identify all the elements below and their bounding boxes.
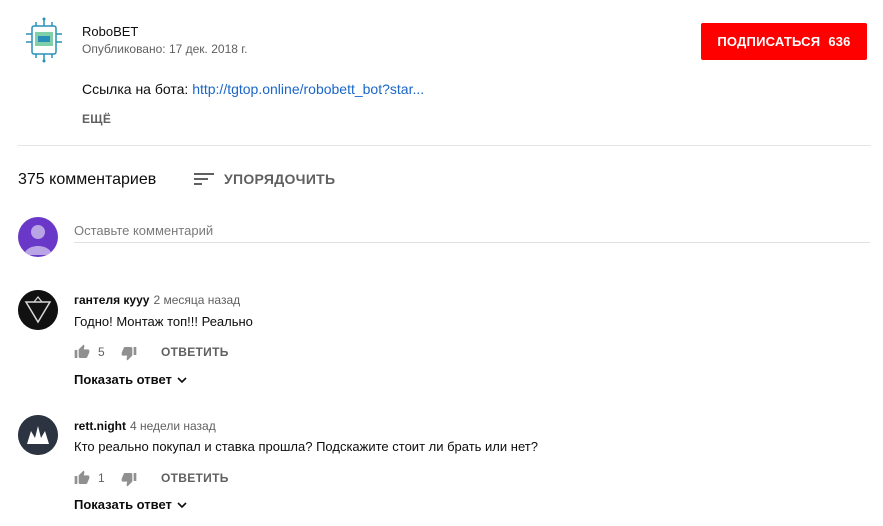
- comment-author[interactable]: rett.night: [74, 419, 126, 433]
- subscribe-button[interactable]: ПОДПИСАТЬСЯ 636: [701, 23, 867, 60]
- avatar[interactable]: [18, 290, 58, 330]
- video-description: Ссылка на бота: http://tgtop.online/robo…: [82, 81, 424, 97]
- thumbs-down-icon[interactable]: [121, 471, 137, 487]
- comment-text: Кто реально покупал и ставка прошла? Под…: [74, 439, 538, 454]
- description-text: Ссылка на бота:: [82, 81, 193, 97]
- like-count: 1: [98, 471, 105, 485]
- reply-button[interactable]: ОТВЕТИТЬ: [161, 471, 229, 485]
- like-count: 5: [98, 345, 105, 359]
- comment-meta: rett.night 4 недели назад: [74, 417, 216, 435]
- show-replies-label: Показать ответ: [74, 497, 172, 512]
- sort-icon[interactable]: [194, 171, 214, 187]
- chevron-down-icon: [177, 501, 187, 508]
- published-date: Опубликовано: 17 дек. 2018 г.: [82, 42, 248, 56]
- subscriber-count: 636: [828, 34, 851, 49]
- comment-input[interactable]: [74, 218, 870, 243]
- comment-text: Годно! Монтаж топ!!! Реально: [74, 314, 253, 329]
- user-avatar: [18, 217, 58, 257]
- show-replies-label: Показать ответ: [74, 372, 172, 387]
- comment-time[interactable]: 2 месяца назад: [153, 293, 240, 307]
- thumbs-down-icon[interactable]: [121, 345, 137, 361]
- chevron-down-icon: [177, 376, 187, 383]
- thumbs-up-icon[interactable]: [74, 344, 90, 360]
- reply-button[interactable]: ОТВЕТИТЬ: [161, 345, 229, 359]
- sort-button[interactable]: УПОРЯДОЧИТЬ: [224, 171, 335, 187]
- comment-time[interactable]: 4 недели назад: [130, 419, 216, 433]
- show-replies-button[interactable]: Показать ответ: [74, 372, 188, 387]
- subscribe-label: ПОДПИСАТЬСЯ: [717, 34, 821, 49]
- comment-meta: гантеля куyy 2 месяца назад: [74, 291, 240, 309]
- show-more-button[interactable]: ЕЩЁ: [82, 112, 111, 126]
- channel-logo[interactable]: [24, 16, 64, 64]
- comment-author[interactable]: гантеля куyy: [74, 293, 149, 307]
- show-replies-button[interactable]: Показать ответ: [74, 497, 188, 512]
- thumbs-up-icon[interactable]: [74, 470, 90, 486]
- avatar[interactable]: [18, 415, 58, 455]
- divider: [18, 145, 871, 146]
- channel-name[interactable]: RoboBET: [82, 24, 138, 39]
- description-link[interactable]: http://tgtop.online/robobett_bot?star...: [192, 81, 424, 97]
- comments-count: 375 комментариев: [18, 171, 157, 188]
